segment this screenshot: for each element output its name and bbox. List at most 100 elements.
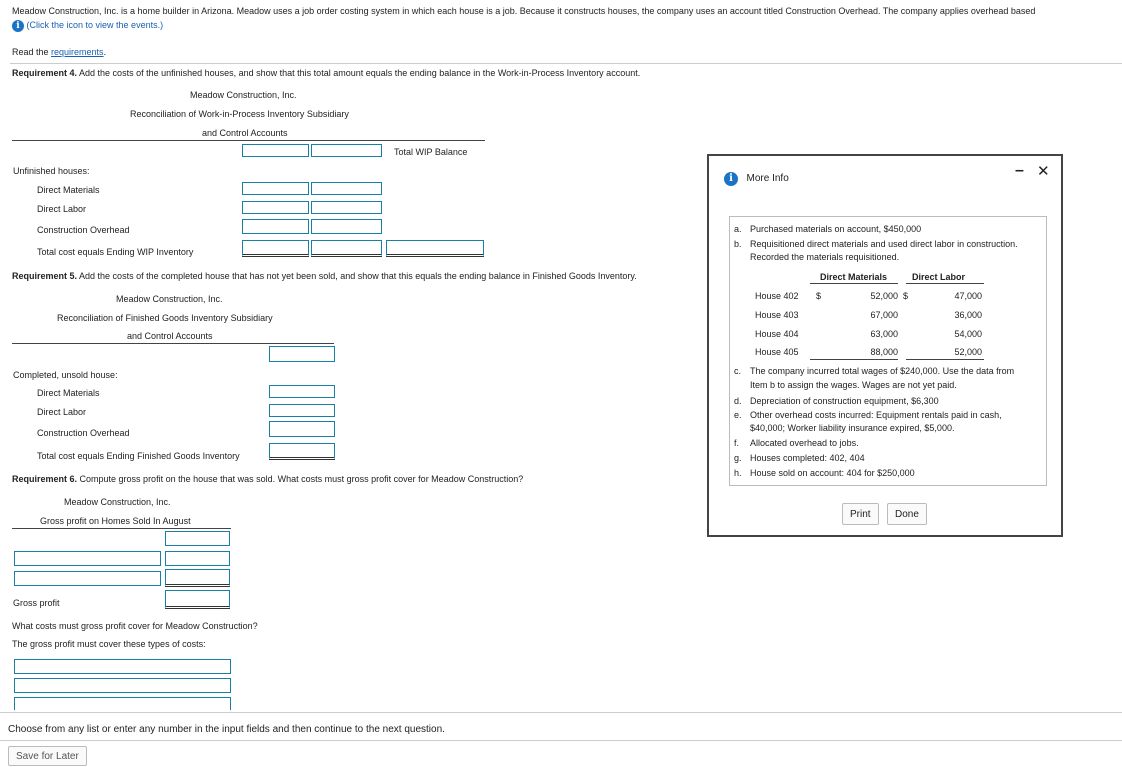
event-b-cont: Recorded the materials requisitioned. xyxy=(750,252,900,262)
req4-col-header: Total WIP Balance xyxy=(394,147,468,157)
table-row-house: House 403 xyxy=(755,310,799,320)
req4-oh-a[interactable] xyxy=(242,219,309,234)
cost-type-select-1[interactable] xyxy=(14,659,231,674)
event-letter: a. xyxy=(734,224,742,234)
req6-heading: Requirement 6. Compute gross profit on t… xyxy=(12,474,523,484)
req6-title: Gross profit on Homes Sold In August xyxy=(40,516,191,526)
req5-dm[interactable] xyxy=(269,385,335,398)
event-text: Purchased materials on account, $450,000 xyxy=(750,224,922,234)
table-header-rule-dl xyxy=(906,283,984,284)
req5-total[interactable] xyxy=(269,443,335,460)
table-row-dm: 52,000 xyxy=(870,291,898,301)
intro-text: Meadow Construction, Inc. is a home buil… xyxy=(12,6,1036,16)
req6-header-rule xyxy=(12,528,231,529)
event-text: Other overhead costs incurred: Equipment… xyxy=(750,410,1002,420)
table-header-rule-dm xyxy=(810,283,898,284)
req4-header-house-b[interactable] xyxy=(311,144,382,157)
event-c-cont: Item b to assign the wages. Wages are no… xyxy=(750,380,957,390)
event-b: b. Requisitioned direct materials and us… xyxy=(734,239,1018,249)
event-text: Requisitioned direct materials and used … xyxy=(750,239,1018,249)
req6-row1-label-select[interactable] xyxy=(14,551,161,566)
minimize-icon[interactable]: – xyxy=(1015,162,1024,180)
table-row-dm: 88,000 xyxy=(870,347,898,357)
event-text: Depreciation of construction equipment, … xyxy=(750,396,939,406)
table-row-house: House 402 xyxy=(755,291,799,301)
event-letter: g. xyxy=(734,453,742,463)
requirements-link[interactable]: requirements xyxy=(51,47,104,57)
req6-sales-amount[interactable] xyxy=(165,531,230,546)
req4-title1: Reconciliation of Work-in-Process Invent… xyxy=(130,109,349,119)
req6-row2-amount[interactable] xyxy=(165,569,230,587)
req5-dl[interactable] xyxy=(269,404,335,417)
req4-dl-a[interactable] xyxy=(242,201,309,214)
print-button[interactable]: Print xyxy=(842,503,879,525)
req4-header-house-a[interactable] xyxy=(242,144,309,157)
read-requirements: Read the requirements. xyxy=(12,47,106,57)
table-header-dl: Direct Labor xyxy=(912,272,966,282)
req5-text: Add the costs of the completed house tha… xyxy=(77,271,637,281)
table-row-house: House 404 xyxy=(755,329,799,339)
req4-dm-b[interactable] xyxy=(311,182,382,195)
event-f: f. Allocated overhead to jobs. xyxy=(734,438,859,448)
footer-instruction: Choose from any list or enter any number… xyxy=(8,724,445,735)
event-text: Houses completed: 402, 404 xyxy=(750,453,865,463)
req6-row2-label-select[interactable] xyxy=(14,571,161,586)
req6-gross-profit-amount[interactable] xyxy=(165,590,230,609)
more-info-dialog: i More Info – ✕ a. Purchased materials o… xyxy=(707,154,1063,537)
event-e: e. Other overhead costs incurred: Equipm… xyxy=(734,410,1002,420)
req4-row-dl: Direct Labor xyxy=(37,204,87,214)
req4-dl-b[interactable] xyxy=(311,201,382,214)
table-footer-rule-dl xyxy=(906,359,984,360)
info-icon: i xyxy=(724,172,738,186)
event-text: The company incurred total wages of $240… xyxy=(750,366,1015,376)
event-c: c. The company incurred total wages of $… xyxy=(734,366,1014,376)
req5-company: Meadow Construction, Inc. xyxy=(116,294,223,304)
req4-total-wip[interactable] xyxy=(386,240,484,257)
event-d: d. Depreciation of construction equipmen… xyxy=(734,396,939,406)
done-button[interactable]: Done xyxy=(887,503,927,525)
event-letter: e. xyxy=(734,410,742,420)
events-link[interactable]: (Click the icon to view the events.) xyxy=(27,20,164,30)
req4-row-oh: Construction Overhead xyxy=(37,225,130,235)
event-g: g. Houses completed: 402, 404 xyxy=(734,453,865,463)
event-letter: h. xyxy=(734,468,742,478)
req6-label: Requirement 6. xyxy=(12,474,78,484)
req4-row-dm: Direct Materials xyxy=(37,185,100,195)
save-for-later-button[interactable]: Save for Later xyxy=(8,746,87,766)
table-row-sign: $ xyxy=(816,291,822,301)
event-a: a. Purchased materials on account, $450,… xyxy=(734,224,921,234)
event-e-cont: $40,000; Worker liability insurance expi… xyxy=(750,423,955,433)
close-icon[interactable]: ✕ xyxy=(1037,162,1050,180)
table-header-dm: Direct Materials xyxy=(820,272,888,282)
req5-heading: Requirement 5. Add the costs of the comp… xyxy=(12,271,637,281)
req5-title2: and Control Accounts xyxy=(127,331,213,341)
table-row-dm: 63,000 xyxy=(870,329,898,339)
req4-section: Unfinished houses: xyxy=(13,166,90,176)
table-row-house: House 405 xyxy=(755,347,799,357)
events-link-row[interactable]: i (Click the icon to view the events.) xyxy=(12,20,163,32)
req4-total-b[interactable] xyxy=(311,240,382,257)
req4-text: Add the costs of the unfinished houses, … xyxy=(77,68,641,78)
req5-header-house[interactable] xyxy=(269,346,335,362)
req6-row1-amount[interactable] xyxy=(165,551,230,566)
cost-type-select-3[interactable] xyxy=(14,697,231,710)
req4-dm-a[interactable] xyxy=(242,182,309,195)
req5-section: Completed, unsold house: xyxy=(13,370,118,380)
req4-oh-b[interactable] xyxy=(311,219,382,234)
footer-divider xyxy=(0,740,1122,741)
event-h: h. House sold on account: 404 for $250,0… xyxy=(734,468,915,478)
req5-oh[interactable] xyxy=(269,421,335,437)
read-suffix: . xyxy=(103,47,107,57)
info-icon[interactable]: i xyxy=(12,20,24,32)
req5-row-dm: Direct Materials xyxy=(37,388,100,398)
req5-title1: Reconciliation of Finished Goods Invento… xyxy=(57,313,273,323)
table-row-dl: 36,000 xyxy=(954,310,982,320)
req5-row-dl: Direct Labor xyxy=(37,407,87,417)
req5-row-total: Total cost equals Ending Finished Goods … xyxy=(37,451,240,461)
req6-answer-prefix: The gross profit must cover these types … xyxy=(12,639,206,649)
req6-gross-profit-label: Gross profit xyxy=(13,598,60,608)
cost-type-select-2[interactable] xyxy=(14,678,231,693)
req4-heading: Requirement 4. Add the costs of the unfi… xyxy=(12,68,640,78)
table-row-dl: 47,000 xyxy=(954,291,982,301)
req4-total-a[interactable] xyxy=(242,240,309,257)
